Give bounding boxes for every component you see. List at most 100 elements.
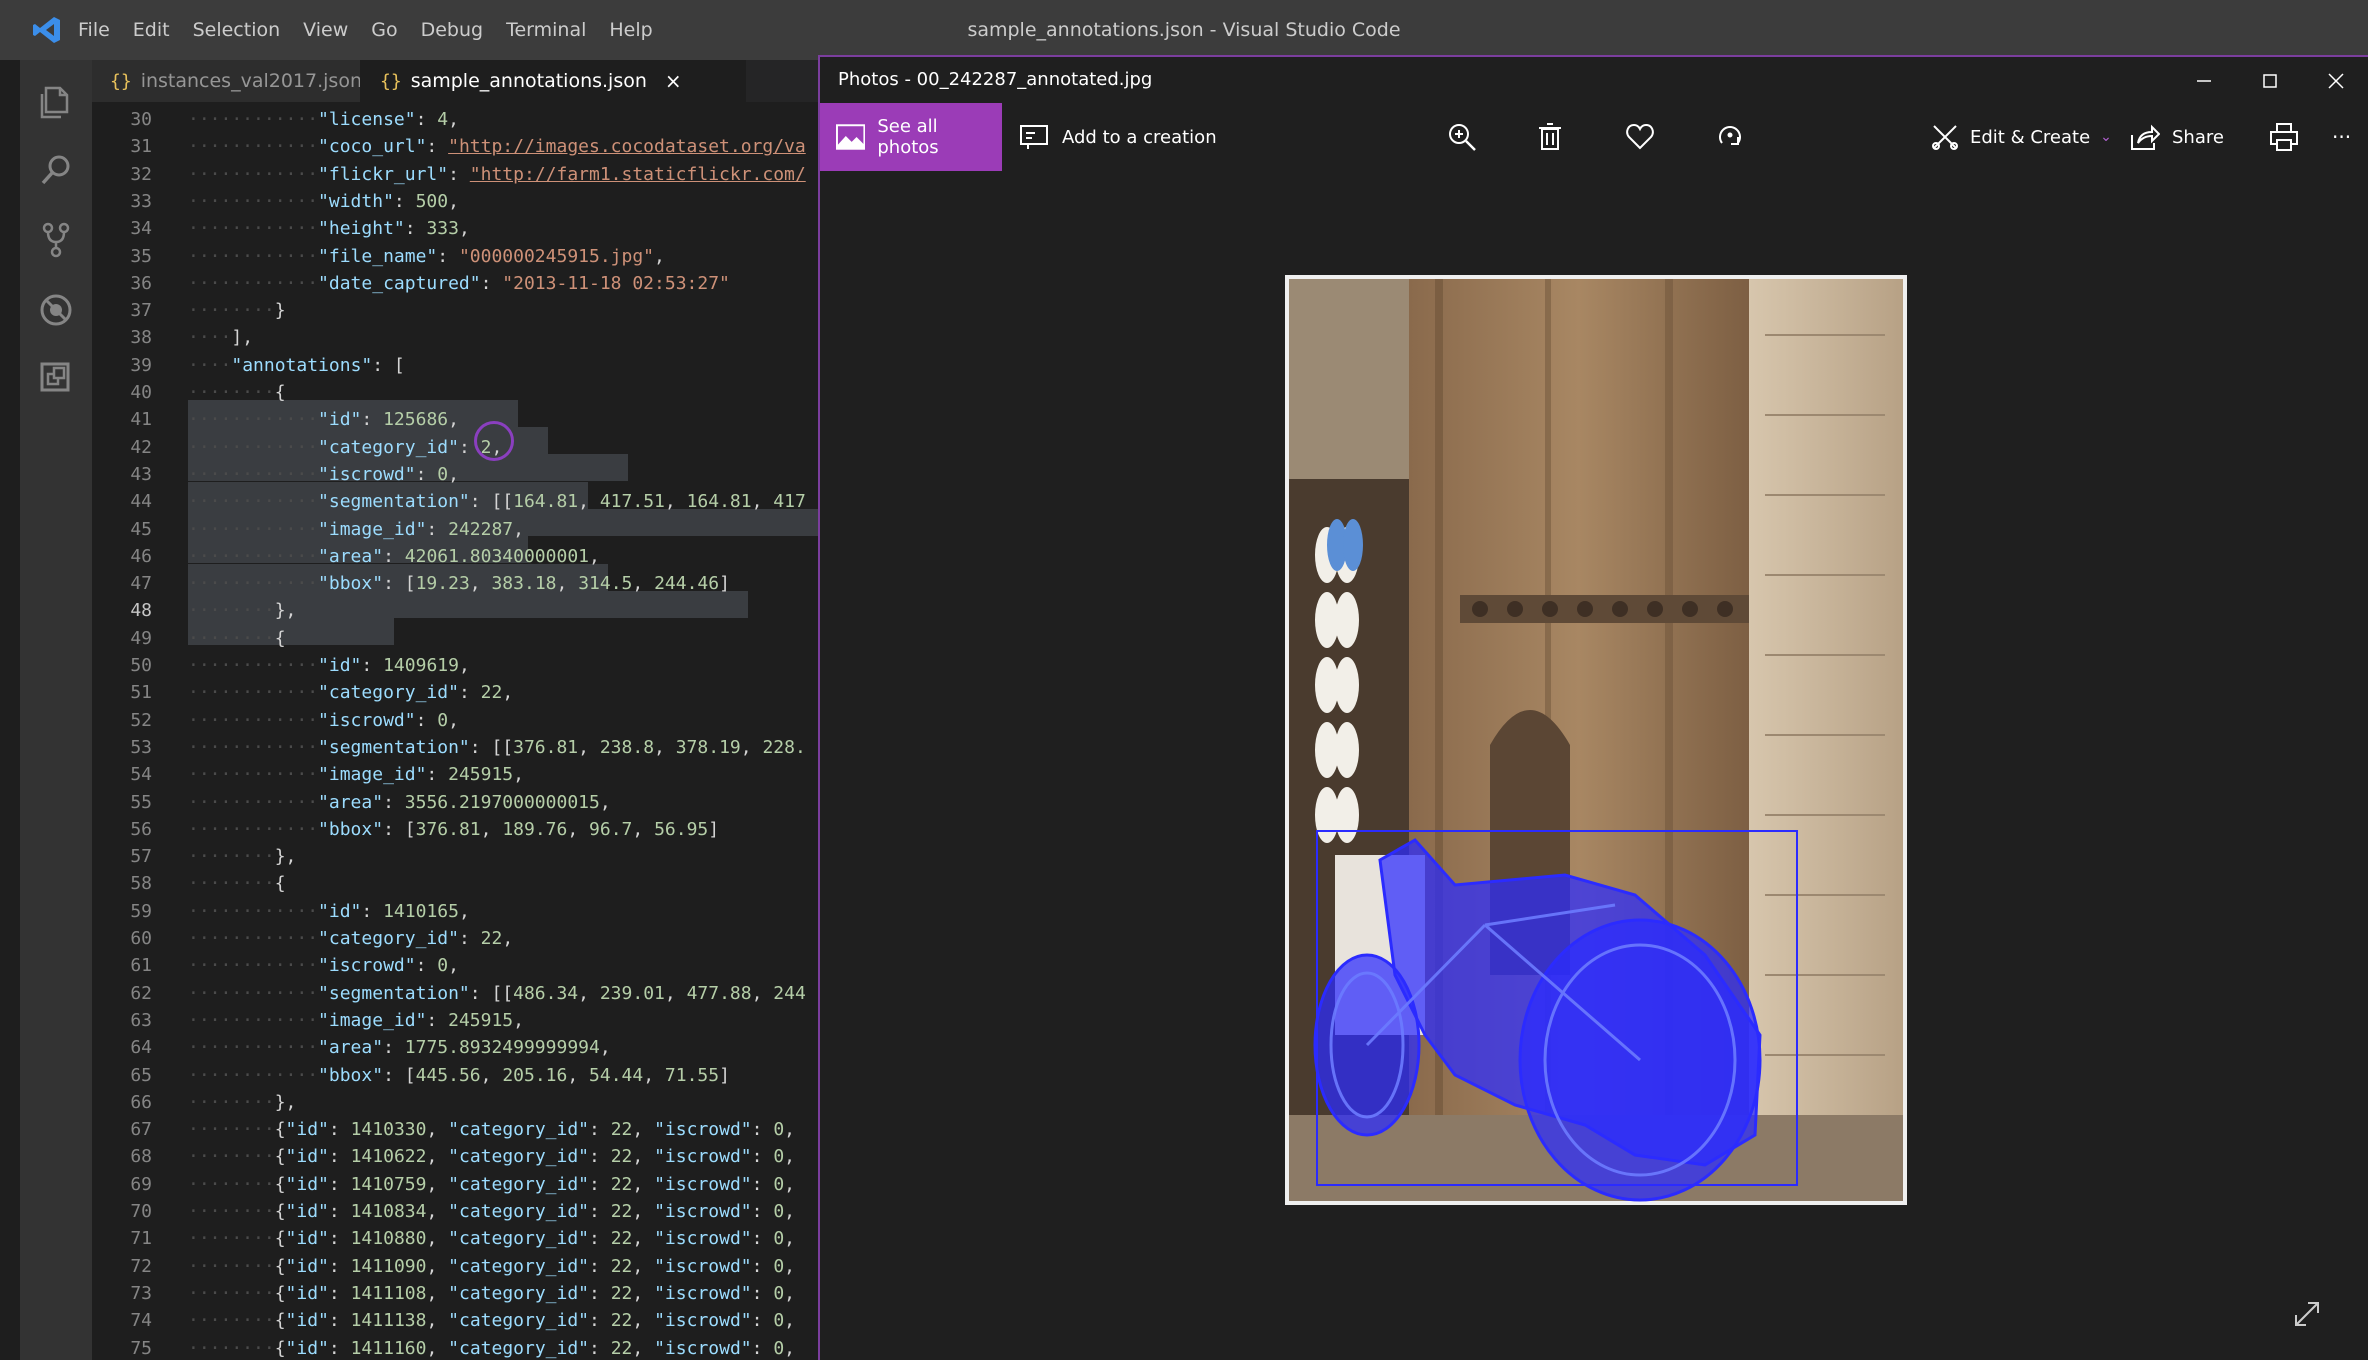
code-text: ········{"id": 1411108, "category_id": 2…: [188, 1282, 796, 1304]
share-button[interactable]: Share: [2130, 103, 2224, 171]
code-line[interactable]: 74 ········{"id": 1411138, "category_id":…: [92, 1307, 818, 1334]
search-icon[interactable]: [34, 148, 78, 192]
close-icon[interactable]: ×: [665, 69, 682, 93]
code-line[interactable]: 65 ············"bbox": [445.56, 205.16, 5…: [92, 1062, 818, 1089]
code-text: ············"flickr_url": "http://farm1.…: [188, 163, 806, 185]
tab-instances-val2017[interactable]: {} instances_val2017.json: [92, 60, 362, 102]
explorer-icon[interactable]: [34, 80, 78, 124]
code-line[interactable]: 54 ············"image_id": 245915,: [92, 761, 818, 788]
code-text: ············"bbox": [376.81, 189.76, 96.…: [188, 818, 720, 840]
code-line[interactable]: 69 ········{"id": 1410759, "category_id":…: [92, 1171, 818, 1198]
code-text: ············"bbox": [19.23, 383.18, 314.…: [188, 573, 730, 595]
code-line[interactable]: 49 ········{: [92, 625, 818, 652]
line-number: 33: [130, 190, 152, 212]
zoom-in-icon[interactable]: [1446, 121, 1478, 153]
code-line[interactable]: 67 ········{"id": 1410330, "category_id":…: [92, 1116, 818, 1143]
extensions-icon[interactable]: [34, 356, 78, 400]
code-line[interactable]: 57 ········},: [92, 843, 818, 870]
line-number: 59: [130, 900, 152, 922]
code-text: ············"id": 125686,: [188, 409, 459, 431]
code-text: ········},: [188, 600, 297, 622]
code-line[interactable]: 43 ············"iscrowd": 0,: [92, 461, 818, 488]
menu-go[interactable]: Go: [371, 19, 397, 41]
code-text: ········{"id": 1410759, "category_id": 2…: [188, 1173, 796, 1195]
menu-view[interactable]: View: [303, 19, 348, 41]
code-line[interactable]: 60 ············"category_id": 22,: [92, 925, 818, 952]
code-line[interactable]: 40 ········{: [92, 379, 818, 406]
code-line[interactable]: 41 ············"id": 125686,: [92, 406, 818, 433]
menu-edit[interactable]: Edit: [133, 19, 170, 41]
menu-file[interactable]: File: [78, 19, 110, 41]
code-line[interactable]: 31 ············"coco_url": "http://images…: [92, 133, 818, 160]
code-line[interactable]: 34 ············"height": 333,: [92, 215, 818, 242]
more-options-button[interactable]: ···: [2332, 103, 2351, 171]
menu-terminal[interactable]: Terminal: [506, 19, 586, 41]
code-line[interactable]: 38 ····],: [92, 324, 818, 351]
code-line[interactable]: 33 ············"width": 500,: [92, 188, 818, 215]
see-all-photos-button[interactable]: See all photos: [820, 103, 1002, 171]
code-line[interactable]: 51 ············"category_id": 22,: [92, 679, 818, 706]
code-line[interactable]: 39 ····"annotations": [: [92, 352, 818, 379]
close-icon[interactable]: [2320, 65, 2352, 97]
code-line[interactable]: 47 ············"bbox": [19.23, 383.18, 31…: [92, 570, 818, 597]
minimize-icon[interactable]: [2188, 65, 2220, 97]
code-editor[interactable]: 30 ············"license": 4, 31 ···········…: [92, 102, 818, 1360]
menu-selection[interactable]: Selection: [193, 19, 281, 41]
source-control-icon[interactable]: [34, 218, 78, 262]
code-line[interactable]: 58 ········{: [92, 870, 818, 897]
line-number: 58: [130, 873, 152, 895]
code-line[interactable]: 56 ············"bbox": [376.81, 189.76, 9…: [92, 816, 818, 843]
code-text: ············"image_id": 245915,: [188, 1009, 524, 1031]
code-line[interactable]: 62 ············"segmentation": [[486.34, …: [92, 980, 818, 1007]
maximize-icon[interactable]: [2254, 65, 2286, 97]
menu-debug[interactable]: Debug: [421, 19, 483, 41]
code-line[interactable]: 45 ············"image_id": 242287,: [92, 516, 818, 543]
code-line[interactable]: 63 ············"image_id": 245915,: [92, 1007, 818, 1034]
code-line[interactable]: 52 ············"iscrowd": 0,: [92, 707, 818, 734]
delete-icon[interactable]: [1534, 121, 1566, 153]
code-line[interactable]: 42 ············"category_id": 2,: [92, 434, 818, 461]
menu-help[interactable]: Help: [609, 19, 652, 41]
code-line[interactable]: 35 ············"file_name": "000000245915…: [92, 243, 818, 270]
rotate-icon[interactable]: [1714, 121, 1746, 153]
code-line[interactable]: 55 ············"area": 3556.2197000000015…: [92, 789, 818, 816]
code-line[interactable]: 64 ············"area": 1775.8932499999994…: [92, 1034, 818, 1061]
line-number: 70: [130, 1201, 152, 1222]
bicycle-photo-image: [1285, 275, 1907, 1205]
line-number: 68: [130, 1146, 152, 1168]
code-line[interactable]: 37 ········}: [92, 297, 818, 324]
expand-icon[interactable]: [2290, 1297, 2324, 1331]
code-line[interactable]: 30 ············"license": 4,: [92, 106, 818, 133]
code-line[interactable]: 72 ········{"id": 1411090, "category_id":…: [92, 1253, 818, 1280]
code-text: ············"width": 500,: [188, 190, 459, 212]
code-line[interactable]: 50 ············"id": 1409619,: [92, 652, 818, 679]
code-line[interactable]: 68 ········{"id": 1410622, "category_id":…: [92, 1143, 818, 1170]
code-line[interactable]: 75 ········{"id": 1411160, "category_id":…: [92, 1335, 818, 1360]
code-line[interactable]: 71 ········{"id": 1410880, "category_id":…: [92, 1225, 818, 1252]
code-line[interactable]: 66 ········},: [92, 1089, 818, 1116]
line-number: 67: [130, 1119, 152, 1141]
add-creation-label: Add to a creation: [1062, 126, 1217, 148]
print-icon[interactable]: [2268, 121, 2300, 153]
code-line[interactable]: 32 ············"flickr_url": "http://farm…: [92, 161, 818, 188]
code-line[interactable]: 36 ············"date_captured": "2013-11-…: [92, 270, 818, 297]
code-line[interactable]: 61 ············"iscrowd": 0,: [92, 952, 818, 979]
code-line[interactable]: 70 ········{"id": 1410834, "category_id":…: [92, 1198, 818, 1225]
json-file-icon: {}: [110, 70, 132, 92]
line-number: 39: [130, 354, 152, 376]
code-line[interactable]: 73 ········{"id": 1411108, "category_id":…: [92, 1280, 818, 1307]
code-line[interactable]: 44 ············"segmentation": [[164.81, …: [92, 488, 818, 515]
debug-icon[interactable]: [34, 288, 78, 332]
code-line[interactable]: 59 ············"id": 1410165,: [92, 898, 818, 925]
line-number: 72: [130, 1255, 152, 1277]
code-text: ········{"id": 1410880, "category_id": 2…: [188, 1228, 796, 1250]
code-text: ········},: [188, 1091, 297, 1113]
code-line[interactable]: 48 ········},: [92, 597, 818, 624]
code-line[interactable]: 46 ············"area": 42061.80340000001,: [92, 543, 818, 570]
edit-create-button[interactable]: Edit & Create ⌄: [1930, 103, 2112, 171]
add-to-creation-button[interactable]: Add to a creation: [1020, 103, 1217, 171]
favorite-icon[interactable]: [1624, 121, 1656, 153]
tab-sample-annotations[interactable]: {} sample_annotations.json ×: [360, 60, 746, 102]
code-line[interactable]: 53 ············"segmentation": [[376.81, …: [92, 734, 818, 761]
line-number: 52: [130, 709, 152, 731]
